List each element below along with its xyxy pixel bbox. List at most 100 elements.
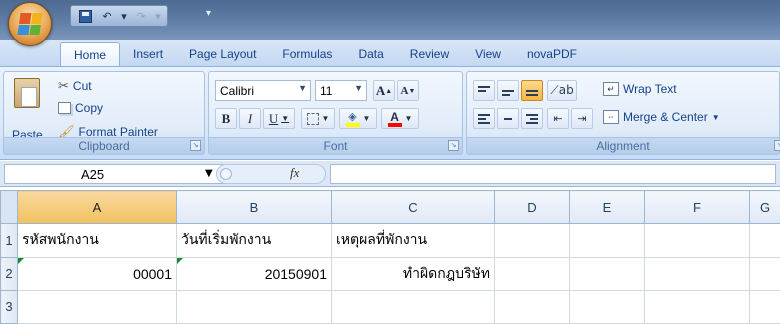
row-header-1[interactable]: 1 [0, 223, 18, 258]
align-bottom-button[interactable] [521, 80, 543, 101]
cell-f1[interactable] [644, 223, 750, 258]
cell-a2[interactable]: 00001 [17, 256, 177, 291]
cell-d1[interactable] [494, 223, 570, 258]
cell-d2[interactable] [494, 256, 570, 291]
tab-review[interactable]: Review [397, 42, 462, 66]
align-center-button[interactable] [497, 108, 519, 129]
font-size-combo[interactable]: 11 ▼ [315, 80, 367, 101]
chevron-down-icon: ▼ [354, 83, 363, 93]
align-middle-button[interactable] [497, 80, 519, 101]
font-color-button[interactable]: A ▼ [381, 108, 419, 129]
expand-formula-icon[interactable] [220, 168, 232, 180]
decrease-indent-icon: ⇤ [553, 112, 563, 125]
wrap-text-button[interactable]: ↵ Wrap Text [603, 82, 677, 96]
clipboard-launcher-icon[interactable]: ↘ [190, 140, 201, 151]
cell-g3[interactable] [749, 289, 780, 324]
tab-data[interactable]: Data [345, 42, 396, 66]
insert-function-button[interactable]: fx [290, 165, 299, 181]
cell-d3[interactable] [494, 289, 570, 324]
wrap-text-label: Wrap Text [623, 82, 677, 96]
office-button[interactable] [8, 2, 52, 46]
fill-color-button[interactable]: ◈ ▼ [339, 108, 377, 129]
customize-qat-button[interactable]: ▾ [206, 8, 211, 19]
cell-a3[interactable] [17, 289, 177, 324]
cell-b3[interactable] [176, 289, 332, 324]
cell-b1[interactable]: วันที่เริ่มพักงาน [176, 223, 332, 258]
alignment-launcher-icon[interactable]: ↘ [774, 140, 780, 151]
fill-color-icon: ◈ [345, 110, 360, 127]
cell-c1[interactable]: เหตุผลที่พักงาน [331, 223, 495, 258]
cell-g2[interactable] [749, 256, 780, 291]
increase-indent-button[interactable]: ⇥ [571, 108, 593, 129]
clipboard-group: Paste ▼ ✂ Cut Copy 🖌 Format Painter Clip… [3, 71, 205, 155]
column-header-c[interactable]: C [331, 189, 495, 225]
align-left-icon [478, 113, 490, 124]
borders-icon [306, 112, 319, 125]
column-header-g[interactable]: G [749, 189, 780, 225]
decrease-indent-button[interactable]: ⇤ [547, 108, 569, 129]
column-header-e[interactable]: E [569, 189, 645, 225]
font-size-value: 11 [320, 83, 333, 98]
undo-button[interactable]: ↶ [98, 8, 116, 24]
font-group: Calibri ▼ 11 ▼ A ▲ A ▼ B I U ▼ ▼ ◈ ▼ A ▼ Fo… [208, 71, 463, 155]
underline-button[interactable]: U ▼ [263, 108, 295, 129]
align-left-button[interactable] [473, 108, 495, 129]
name-box[interactable]: A25 ▼ [4, 164, 234, 184]
font-name-combo[interactable]: Calibri ▼ [215, 80, 311, 101]
column-header-f[interactable]: F [644, 189, 750, 225]
table-row: 1 รหัสพนักงาน วันที่เริ่มพักงาน เหตุผลที… [0, 223, 780, 258]
align-top-button[interactable] [473, 80, 495, 101]
font-color-icon: A [387, 111, 402, 127]
cell-e3[interactable] [569, 289, 645, 324]
tab-formulas[interactable]: Formulas [269, 42, 345, 66]
cell-c3[interactable] [331, 289, 495, 324]
orientation-button[interactable]: ⟋ab [547, 80, 577, 101]
formula-bar: A25 ▼ fx [0, 161, 780, 187]
column-header-b[interactable]: B [176, 189, 332, 225]
shrink-font-button[interactable]: A ▼ [397, 80, 419, 101]
cell-g1[interactable] [749, 223, 780, 258]
row-header-3[interactable]: 3 [0, 289, 18, 324]
copy-icon [58, 102, 71, 114]
tab-page-layout[interactable]: Page Layout [176, 42, 269, 66]
column-header-a[interactable]: A [17, 189, 177, 225]
tab-home[interactable]: Home [60, 42, 121, 66]
bold-button[interactable]: B [215, 108, 237, 129]
redo-dropdown[interactable]: ▾ [154, 8, 162, 24]
cell-e2[interactable] [569, 256, 645, 291]
alignment-group: ⟋ab ⇤ ⇥ ↵ Wrap Text ⇔ Merge & Center ▼ A… [466, 71, 780, 155]
merge-center-button[interactable]: ⇔ Merge & Center ▼ [603, 110, 720, 124]
formula-input[interactable] [330, 164, 776, 184]
italic-button[interactable]: I [239, 108, 261, 129]
spreadsheet-grid: A B C D E F G 1 รหัสพนักงาน วันที่เริ่มพ… [0, 189, 780, 324]
cut-button[interactable]: ✂ Cut [58, 78, 92, 94]
font-name-value: Calibri [220, 83, 255, 98]
column-header-d[interactable]: D [494, 189, 570, 225]
cell-f2[interactable] [644, 256, 750, 291]
cell-f3[interactable] [644, 289, 750, 324]
save-button[interactable] [76, 8, 94, 24]
select-all-corner[interactable] [0, 189, 18, 225]
tab-view[interactable]: View [462, 42, 514, 66]
clipboard-group-label: Clipboard [4, 137, 204, 154]
cell-e1[interactable] [569, 223, 645, 258]
undo-dropdown[interactable]: ▾ [120, 8, 128, 24]
paste-icon[interactable] [14, 78, 40, 108]
cell-b2[interactable]: 20150901 [176, 256, 332, 291]
tab-novapdf[interactable]: novaPDF [514, 42, 590, 66]
cut-label: Cut [72, 79, 92, 93]
grow-font-button[interactable]: A ▲ [373, 80, 395, 101]
alignment-group-label: Alignment [467, 137, 779, 154]
font-launcher-icon[interactable]: ↘ [448, 140, 459, 151]
cell-a1[interactable]: รหัสพนักงาน [17, 223, 177, 258]
borders-button[interactable]: ▼ [301, 108, 335, 129]
copy-button[interactable]: Copy [58, 101, 103, 115]
cell-c2[interactable]: ทำผิดกฎบริษัท [331, 256, 495, 291]
row-header-2[interactable]: 2 [0, 256, 18, 291]
table-row: 3 [0, 289, 780, 324]
align-right-button[interactable] [521, 108, 543, 129]
tab-insert[interactable]: Insert [120, 42, 176, 66]
redo-button[interactable]: ↷ [132, 8, 150, 24]
title-bar: ↶ ▾ ↷ ▾ ▾ [0, 0, 780, 40]
chevron-down-icon[interactable]: ▼ [205, 168, 213, 179]
